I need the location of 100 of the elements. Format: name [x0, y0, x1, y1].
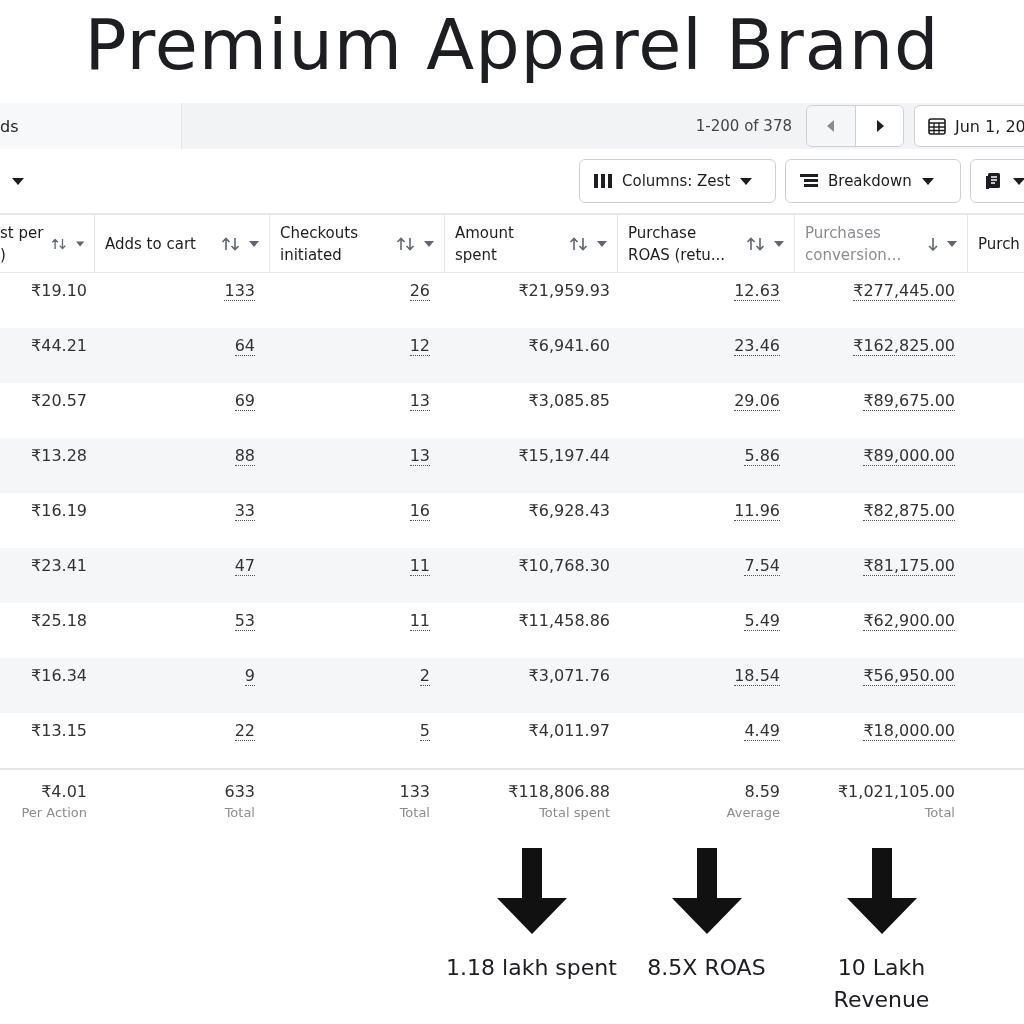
table-cell: ₹16.19	[31, 501, 87, 520]
sort-icon[interactable]	[569, 236, 589, 251]
table-cell: 4.49	[744, 721, 780, 741]
table-cell: ₹25.18	[31, 611, 87, 630]
caret-icon	[740, 177, 753, 185]
table-cell: 69	[234, 391, 255, 411]
table-cell: 2	[419, 666, 430, 686]
column-header[interactable]: Purch	[968, 215, 1024, 272]
table-cell: ₹81,175.00	[863, 556, 955, 576]
breakdown-icon	[800, 174, 818, 188]
date-range-button[interactable]: Jun 1, 20	[914, 105, 1024, 147]
table-cell: ₹11,458.86	[518, 611, 610, 630]
table-row[interactable]: ₹13.15 22 5 ₹4,011.97 4.49 ₹18,000.00	[0, 713, 1024, 768]
total-value: ₹1,021,105.00	[837, 782, 955, 801]
column-label: Amount spent	[455, 222, 515, 266]
total-value: 8.59	[744, 782, 780, 801]
column-header[interactable]: Purchase ROAS (retu...	[618, 215, 795, 272]
annotation-text: 1.18 lakh spent	[446, 954, 617, 982]
caret-icon[interactable]	[12, 177, 24, 185]
table-cell: 133	[224, 281, 255, 301]
table-cell: ₹19.10	[31, 281, 87, 300]
down-arrow-icon	[846, 848, 917, 934]
table-cell: ₹18,000.00	[863, 721, 955, 741]
document-icon	[985, 172, 1003, 190]
breakdown-button[interactable]: Breakdown	[785, 159, 961, 203]
table-cell: ₹13.28	[31, 446, 87, 465]
total-label: Average	[726, 805, 780, 820]
table-cell: ₹162,825.00	[853, 336, 955, 356]
column-label: st per )	[0, 222, 44, 266]
caret-icon	[921, 177, 934, 185]
table-cell: 11.96	[734, 501, 780, 521]
pagination-text: 1-200 of 378	[695, 117, 792, 135]
total-label: Total	[224, 805, 255, 820]
table-cell: 5	[419, 721, 430, 741]
table-cell: 7.54	[744, 556, 780, 576]
table-row[interactable]: ₹13.28 88 13 ₹15,197.44 5.86 ₹89,000.00	[0, 438, 1024, 493]
table-cell: ₹4,011.97	[528, 721, 610, 740]
table-cell: 16	[409, 501, 430, 521]
table-cell: ₹44.21	[31, 336, 87, 355]
calendar-icon	[927, 116, 947, 136]
tab[interactable]: ds	[0, 103, 182, 149]
table-cell: 13	[409, 391, 430, 411]
sort-down-icon[interactable]	[927, 236, 939, 251]
column-header[interactable]: Amount spent	[445, 215, 618, 272]
caret-right-icon	[874, 120, 885, 132]
table-row[interactable]: ₹23.41 47 11 ₹10,768.30 7.54 ₹81,175.00	[0, 548, 1024, 603]
table-cell: ₹10,768.30	[518, 556, 610, 575]
total-label: Per Action	[21, 805, 87, 820]
caret-left-icon	[826, 120, 836, 132]
table-cell: ₹16.34	[31, 666, 87, 685]
table-cell: 26	[409, 281, 430, 301]
table-cell: ₹15,197.44	[518, 446, 610, 465]
table-cell: ₹13.15	[31, 721, 87, 740]
table-cell: 23.46	[734, 336, 780, 356]
annotation-text: 8.5X ROAS	[647, 954, 766, 982]
table-cell: 88	[234, 446, 255, 466]
table-cell: 5.49	[744, 611, 780, 631]
table-cell: ₹6,928.43	[528, 501, 610, 520]
sort-icon[interactable]	[221, 236, 241, 251]
table-cell: ₹6,941.60	[528, 336, 610, 355]
table-cell: 11	[409, 556, 430, 576]
total-label: Total spent	[539, 805, 610, 820]
total-value: ₹118,806.88	[508, 782, 610, 801]
column-header[interactable]: Adds to cart	[95, 215, 270, 272]
table-cell: 64	[234, 336, 255, 356]
table-row[interactable]: ₹20.57 69 13 ₹3,085.85 29.06 ₹89,675.00	[0, 383, 1024, 438]
columns-button[interactable]: Columns: Zest	[579, 159, 776, 203]
table-cell: ₹56,950.00	[863, 666, 955, 686]
table-cell: 5.86	[744, 446, 780, 466]
table-cell: 47	[234, 556, 255, 576]
sort-icon[interactable]	[746, 236, 766, 251]
table-cell: ₹3,085.85	[528, 391, 610, 410]
total-value: 633	[224, 782, 255, 801]
table-cell: 12	[409, 336, 430, 356]
down-arrow-icon	[496, 848, 567, 934]
table-cell: ₹20.57	[31, 391, 87, 410]
next-page-button[interactable]	[855, 106, 903, 146]
table-cell: 29.06	[734, 391, 780, 411]
sort-icon[interactable]	[51, 236, 68, 251]
table-cell: ₹23.41	[31, 556, 87, 575]
total-label: Total	[924, 805, 955, 820]
table-cell: 9	[244, 666, 255, 686]
sort-icon[interactable]	[396, 236, 416, 251]
total-label: Total	[399, 805, 430, 820]
column-header[interactable]: st per )	[0, 215, 95, 272]
table-row[interactable]: ₹19.10 133 26 ₹21,959.93 12.63 ₹277,445.00	[0, 273, 1024, 328]
table-row[interactable]: ₹16.19 33 16 ₹6,928.43 11.96 ₹82,875.00	[0, 493, 1024, 548]
column-label: Purchases conversion...	[805, 222, 903, 266]
table-cell: 33	[234, 501, 255, 521]
table-cell: 11	[409, 611, 430, 631]
table-cell: ₹82,875.00	[863, 501, 955, 521]
table-row[interactable]: ₹44.21 64 12 ₹6,941.60 23.46 ₹162,825.00	[0, 328, 1024, 383]
table-row[interactable]: ₹25.18 53 11 ₹11,458.86 5.49 ₹62,900.00	[0, 603, 1024, 658]
columns-icon	[594, 174, 612, 188]
table-cell: ₹277,445.00	[853, 281, 955, 301]
column-header[interactable]: Checkouts initiated	[270, 215, 445, 272]
table-row[interactable]: ₹16.34 9 2 ₹3,071.76 18.54 ₹56,950.00	[0, 658, 1024, 713]
total-value: 133	[399, 782, 430, 801]
table-cell: 12.63	[734, 281, 780, 301]
table-cell: 22	[234, 721, 255, 741]
